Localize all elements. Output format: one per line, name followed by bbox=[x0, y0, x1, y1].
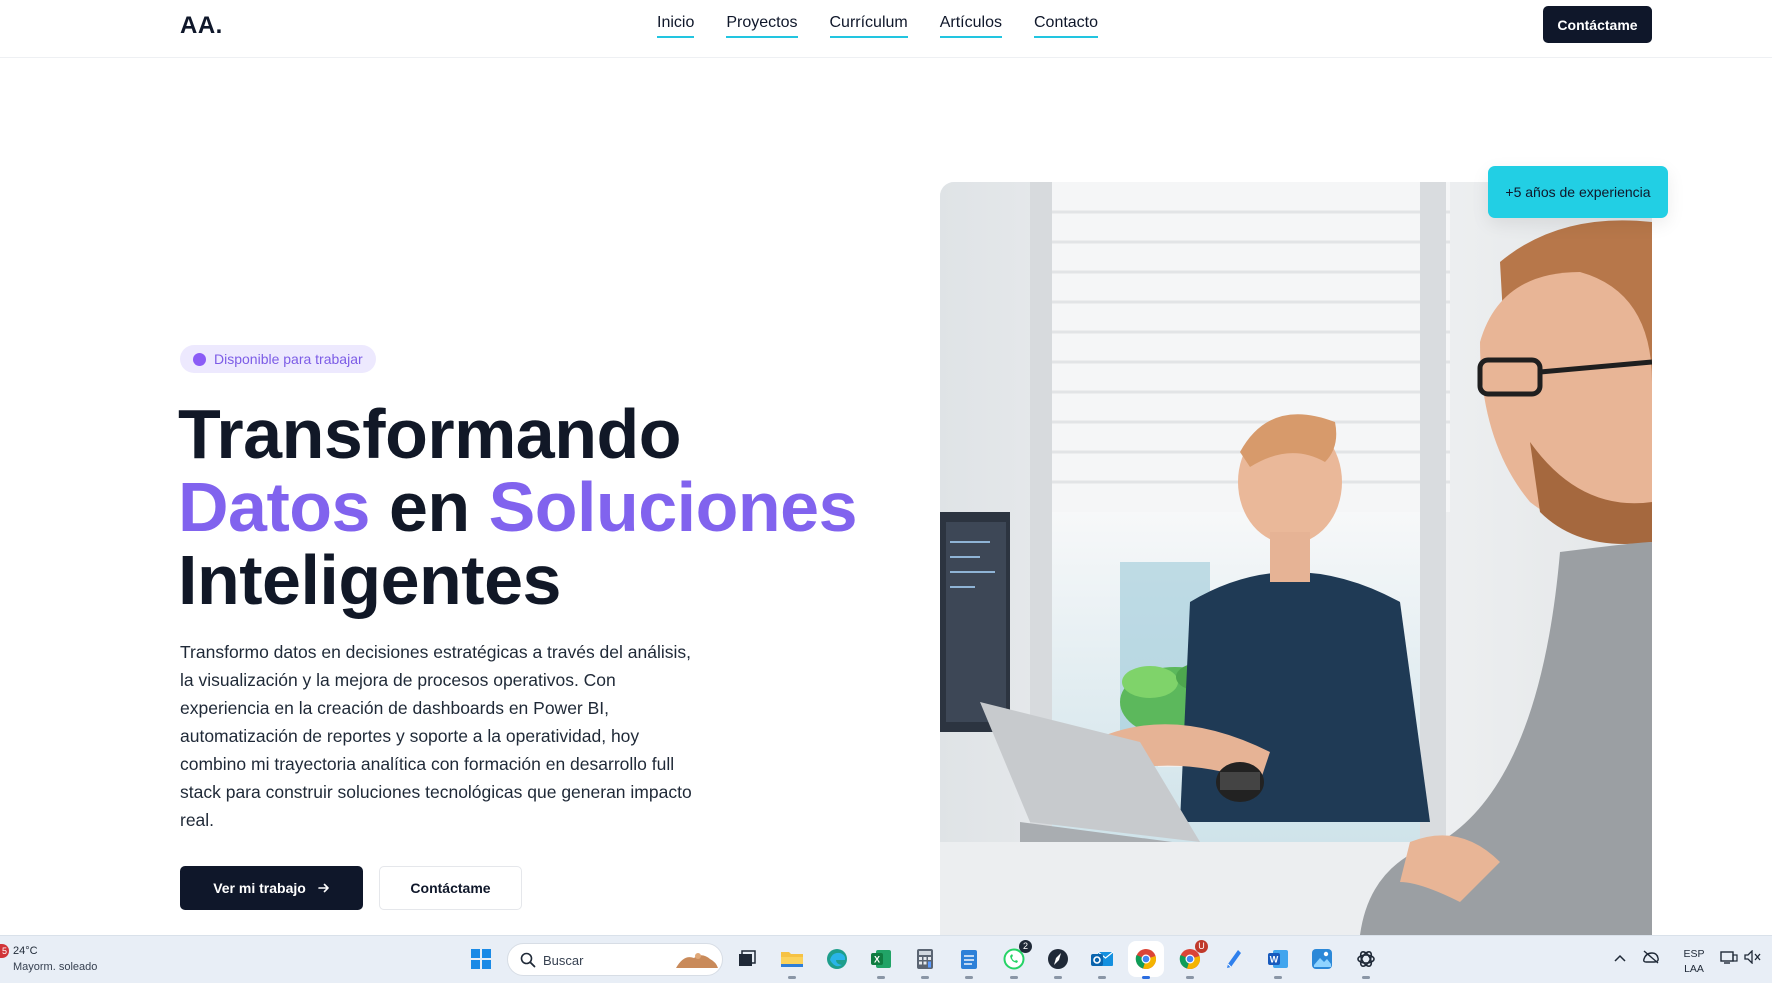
top-navigation: AA. Inicio Proyectos Currículum Artículo… bbox=[0, 0, 1772, 58]
headline-accent-datos: Datos bbox=[178, 468, 370, 546]
calculator-icon[interactable] bbox=[911, 945, 939, 979]
notepad-icon[interactable] bbox=[955, 945, 983, 979]
running-indicator bbox=[1054, 976, 1062, 979]
whatsapp-unread-badge: 2 bbox=[1019, 940, 1032, 953]
view-work-button-label: Ver mi trabajo bbox=[213, 880, 306, 896]
windows-taskbar: 5 24°C Mayorm. soleado Buscar X 2 U W ES… bbox=[0, 935, 1772, 983]
running-indicator bbox=[965, 976, 973, 979]
photos-icon[interactable] bbox=[1308, 945, 1336, 973]
nav-link-articulos[interactable]: Artículos bbox=[939, 14, 1002, 38]
running-indicator bbox=[788, 976, 796, 979]
svg-text:X: X bbox=[874, 955, 880, 965]
running-indicator bbox=[1010, 976, 1018, 979]
windows-start-icon[interactable] bbox=[467, 945, 495, 973]
compass-app-icon[interactable] bbox=[1044, 945, 1072, 979]
hero-office-photo bbox=[940, 182, 1652, 935]
edge-icon[interactable] bbox=[823, 945, 851, 973]
svg-text:W: W bbox=[1270, 955, 1279, 965]
nav-link-contacto[interactable]: Contacto bbox=[1033, 14, 1099, 38]
volume-muted-icon[interactable] bbox=[1744, 949, 1762, 967]
pen-app-icon[interactable] bbox=[1220, 945, 1248, 973]
nav-link-inicio[interactable]: Inicio bbox=[657, 14, 695, 38]
weather-temperature: 24°C bbox=[13, 945, 38, 957]
running-indicator bbox=[877, 976, 885, 979]
network-offline-icon[interactable] bbox=[1642, 950, 1660, 967]
weather-alert-badge: 5 bbox=[0, 944, 9, 958]
running-indicator bbox=[1186, 976, 1194, 979]
headline-word-en: en bbox=[388, 468, 470, 546]
running-indicator bbox=[1098, 976, 1106, 979]
language-code: ESP bbox=[1683, 948, 1705, 960]
outlook-icon[interactable] bbox=[1088, 945, 1116, 979]
nav-contact-button[interactable]: Contáctame bbox=[1543, 6, 1652, 43]
weather-description: Mayorm. soleado bbox=[13, 961, 98, 973]
office-illustration bbox=[940, 182, 1652, 935]
search-highlight-icon bbox=[676, 953, 718, 968]
chrome-profile-badge: U bbox=[1195, 940, 1208, 953]
running-indicator bbox=[921, 976, 929, 979]
excel-icon[interactable]: X bbox=[867, 945, 895, 979]
nav-links: Inicio Proyectos Currículum Artículos Co… bbox=[657, 14, 1099, 38]
headline-accent-soluciones: Soluciones bbox=[488, 468, 858, 546]
hero-headline: Transformando Datos en Soluciones Inteli… bbox=[178, 395, 858, 619]
word-icon[interactable]: W bbox=[1264, 945, 1292, 979]
nav-link-curriculum[interactable]: Currículum bbox=[829, 14, 908, 38]
keyboard-layout-code: LAA bbox=[1684, 963, 1704, 975]
experience-badge: +5 años de experiencia bbox=[1488, 166, 1668, 218]
chrome-icon[interactable] bbox=[1132, 945, 1160, 979]
running-indicator bbox=[1362, 976, 1370, 979]
task-view-icon[interactable] bbox=[733, 945, 761, 973]
site-logo[interactable]: AA. bbox=[180, 12, 223, 40]
whatsapp-icon[interactable]: 2 bbox=[1000, 940, 1032, 979]
headline-line-1: Transformando bbox=[178, 395, 682, 473]
hero-contact-button[interactable]: Contáctame bbox=[379, 866, 522, 910]
status-dot-icon bbox=[193, 352, 206, 366]
file-explorer-icon[interactable] bbox=[778, 945, 806, 979]
nav-link-proyectos[interactable]: Proyectos bbox=[726, 14, 798, 38]
hero-intro-paragraph: Transformo datos en decisiones estratégi… bbox=[180, 642, 692, 830]
taskbar-search-box[interactable]: Buscar bbox=[507, 943, 723, 976]
headline-line-3: Inteligentes bbox=[178, 541, 561, 619]
search-placeholder: Buscar bbox=[543, 953, 584, 968]
chrome-profile-icon[interactable]: U bbox=[1176, 940, 1208, 979]
running-indicator bbox=[1142, 976, 1150, 979]
show-hidden-icons-chevron-up-icon[interactable] bbox=[1614, 950, 1626, 966]
running-indicator bbox=[1274, 976, 1282, 979]
chatgpt-icon[interactable] bbox=[1352, 945, 1380, 979]
search-icon bbox=[520, 952, 536, 968]
availability-badge-label: Disponible para trabajar bbox=[214, 351, 363, 367]
arrow-right-icon bbox=[317, 883, 329, 893]
view-work-button[interactable]: Ver mi trabajo bbox=[180, 866, 363, 910]
display-icon[interactable] bbox=[1720, 950, 1738, 967]
availability-badge: Disponible para trabajar bbox=[180, 345, 376, 373]
input-language-indicator[interactable]: ESP LAA bbox=[1680, 947, 1708, 977]
